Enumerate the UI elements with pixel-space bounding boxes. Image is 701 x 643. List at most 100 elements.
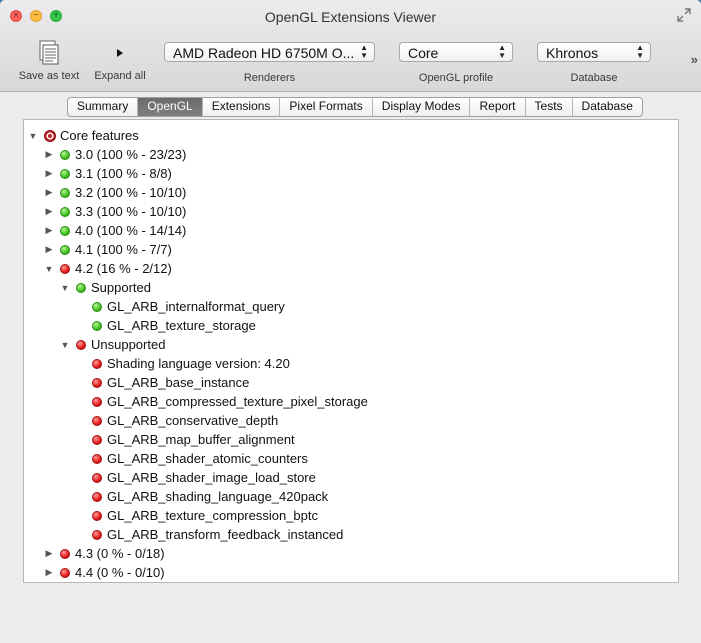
green-status-icon (92, 301, 102, 312)
tab-summary[interactable]: Summary (68, 98, 137, 116)
row-label: 3.3 (100 % - 10/10) (75, 204, 187, 219)
green-status-icon (60, 206, 70, 217)
tree-item-extension[interactable]: GL_ARB_shading_language_420pack (76, 487, 328, 506)
app-window: × − + OpenGL Extensions Viewer Save as t… (0, 0, 701, 643)
save-as-text-label: Save as text (18, 70, 80, 82)
tree-item-extension[interactable]: GL_ARB_base_instance (76, 373, 249, 392)
red-status-icon (60, 263, 70, 274)
bottom-area (0, 583, 701, 643)
row-label: 3.0 (100 % - 23/23) (75, 147, 187, 162)
row-label: GL_ARB_compressed_texture_pixel_storage (107, 394, 368, 409)
tree-item-extension[interactable]: GL_ARB_texture_storage (76, 316, 256, 335)
row-label: GL_ARB_shader_atomic_counters (107, 451, 308, 466)
red-status-icon (92, 358, 102, 369)
renderer-value: AMD Radeon HD 6750M O... (173, 45, 355, 61)
tab-pixel-formats[interactable]: Pixel Formats (279, 98, 371, 116)
disclosure-expanded-icon[interactable]: ▼ (28, 131, 38, 141)
database-value: Khronos (546, 45, 599, 61)
database-select[interactable]: Khronos ▲ ▼ (537, 42, 651, 62)
renderer-caption: Renderers (243, 72, 296, 84)
tree-group-unsupported[interactable]: ▼ Unsupported (60, 335, 166, 354)
tree-view[interactable]: ▼ Core features ▶ 3.0 (100 % - 23/23) ▶ 3.1 (… (23, 119, 679, 583)
red-status-icon (92, 529, 102, 540)
tree-item-extension[interactable]: GL_ARB_texture_compression_bptc (76, 506, 318, 525)
disclosure-collapsed-icon[interactable]: ▶ (44, 567, 54, 578)
tree-item-extension[interactable]: GL_ARB_shader_atomic_counters (76, 449, 308, 468)
updown-icon: ▲ ▼ (636, 43, 644, 60)
updown-icon: ▲ ▼ (498, 43, 506, 60)
tree-item-extension[interactable]: GL_ARB_map_buffer_alignment (76, 430, 295, 449)
tree-item-extension[interactable]: GL_ARB_internalformat_query (76, 297, 285, 316)
row-label: 3.2 (100 % - 10/10) (75, 185, 187, 200)
red-status-icon (92, 491, 102, 502)
red-status-icon (92, 377, 102, 388)
red-status-icon (92, 472, 102, 483)
row-label: 4.3 (0 % - 0/18) (75, 546, 165, 561)
tree-item-version[interactable]: ▶ 3.2 (100 % - 10/10) (44, 183, 187, 202)
tree-item-version[interactable]: ▶ 4.4 (0 % - 0/10) (44, 563, 165, 582)
fullscreen-button[interactable] (677, 8, 691, 22)
tab-extensions[interactable]: Extensions (201, 98, 280, 116)
disclosure-collapsed-icon[interactable]: ▶ (44, 206, 54, 217)
green-status-icon (76, 282, 86, 293)
tree-group-supported[interactable]: ▼ Supported (60, 278, 151, 297)
green-status-icon (60, 225, 70, 236)
tree-item-version[interactable]: ▶ 3.0 (100 % - 23/23) (44, 145, 187, 164)
row-label: GL_ARB_conservative_depth (107, 413, 279, 428)
save-as-text-button[interactable]: Save as text (14, 38, 84, 82)
disclosure-expanded-icon[interactable]: ▼ (60, 340, 70, 350)
row-label: GL_ARB_base_instance (107, 375, 250, 390)
disclosure-collapsed-icon[interactable]: ▶ (44, 225, 54, 236)
row-label: Unsupported (91, 337, 166, 352)
row-label: 4.1 (100 % - 7/7) (75, 242, 172, 257)
row-label: GL_ARB_internalformat_query (107, 299, 285, 314)
tab-report[interactable]: Report (469, 98, 524, 116)
tree-item-version[interactable]: ▶ 3.1 (100 % - 8/8) (44, 164, 172, 183)
tree-item-version[interactable]: ▶ 4.1 (100 % - 7/7) (44, 240, 172, 259)
red-status-icon (92, 415, 102, 426)
profile-value: Core (408, 45, 439, 61)
disclosure-expanded-icon[interactable]: ▼ (60, 283, 70, 293)
green-status-icon (60, 168, 70, 179)
tree-item-extension[interactable]: GL_ARB_shader_image_load_store (76, 468, 316, 487)
expand-all-button[interactable]: Expand all (88, 38, 152, 82)
disclosure-expanded-icon[interactable]: ▼ (44, 264, 54, 274)
tree-item-extension[interactable]: GL_ARB_compressed_texture_pixel_storage (76, 392, 368, 411)
profile-caption: OpenGL profile (418, 72, 494, 84)
row-label: GL_ARB_shading_language_420pack (107, 489, 329, 504)
row-label: 4.4 (0 % - 0/10) (75, 565, 165, 580)
tab-opengl[interactable]: OpenGL (137, 98, 202, 116)
expand-all-label: Expand all (94, 70, 146, 82)
tab-bar: Summary OpenGL Extensions Pixel Formats Disp… (67, 97, 643, 117)
profile-select[interactable]: Core ▲ ▼ (399, 42, 513, 62)
tab-tests[interactable]: Tests (524, 98, 572, 116)
tree-item-version[interactable]: ▼ 4.2 (16 % - 2/12) (44, 259, 172, 278)
green-status-icon (60, 149, 70, 160)
row-label: 4.0 (100 % - 14/14) (75, 223, 187, 238)
tree-item-version[interactable]: ▶ 4.3 (0 % - 0/18) (44, 544, 165, 563)
green-status-icon (92, 320, 102, 331)
row-label: Supported (91, 280, 151, 295)
red-status-icon (60, 567, 70, 578)
tree-root-core-features[interactable]: ▼ Core features (28, 126, 139, 145)
row-label: GL_ARB_shader_image_load_store (107, 470, 316, 485)
row-label: GL_ARB_transform_feedback_instanced (107, 527, 344, 542)
red-status-icon (92, 453, 102, 464)
renderer-select[interactable]: AMD Radeon HD 6750M O... ▲ ▼ (164, 42, 375, 62)
tree-item-version[interactable]: ▶ 4.0 (100 % - 14/14) (44, 221, 187, 240)
disclosure-collapsed-icon[interactable]: ▶ (44, 244, 54, 255)
toolbar-overflow-button[interactable]: » (691, 52, 698, 67)
disclosure-collapsed-icon[interactable]: ▶ (44, 149, 54, 160)
tab-database[interactable]: Database (571, 98, 642, 116)
tree-item-extension[interactable]: Shading language version: 4.20 (76, 354, 290, 373)
tree-item-extension[interactable]: GL_ARB_transform_feedback_instanced (76, 525, 343, 544)
row-label: 4.2 (16 % - 2/12) (75, 261, 172, 276)
tree-item-version[interactable]: ▶ 3.3 (100 % - 10/10) (44, 202, 187, 221)
tree-item-extension[interactable]: GL_ARB_conservative_depth (76, 411, 278, 430)
updown-icon: ▲ ▼ (360, 43, 368, 60)
disclosure-collapsed-icon[interactable]: ▶ (44, 168, 54, 179)
row-label: GL_ARB_texture_compression_bptc (107, 508, 319, 523)
disclosure-collapsed-icon[interactable]: ▶ (44, 548, 54, 559)
disclosure-collapsed-icon[interactable]: ▶ (44, 187, 54, 198)
tab-display-modes[interactable]: Display Modes (371, 98, 470, 116)
